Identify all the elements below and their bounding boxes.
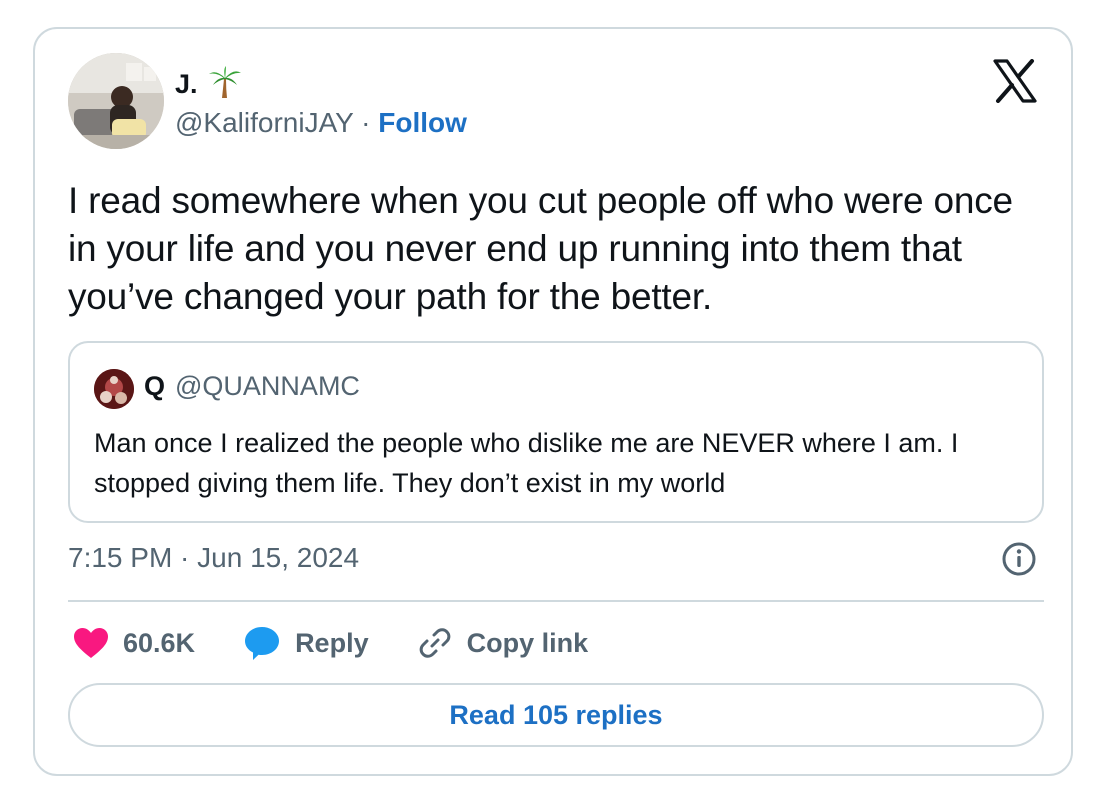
- tweet-timestamp[interactable]: 7:15 PM · Jun 15, 2024: [68, 542, 359, 574]
- read-replies-button[interactable]: Read 105 replies: [68, 683, 1044, 747]
- like-button[interactable]: 60.6K: [73, 627, 195, 659]
- x-logo-icon[interactable]: [993, 59, 1037, 103]
- author-avatar[interactable]: [68, 53, 164, 149]
- quoted-author-handle: @QUANNAMC: [175, 371, 360, 401]
- quoted-author-avatar: [94, 369, 134, 409]
- tweet-card: J. @KaliforniJAY · Follow I read somewhe…: [33, 27, 1073, 776]
- tweet-text: I read somewhere when you cut people off…: [68, 180, 1013, 317]
- quoted-tweet-text: Man once I realized the people who disli…: [94, 428, 959, 498]
- quoted-tweet[interactable]: Q @QUANNAMC Man once I realized the peop…: [68, 341, 1044, 523]
- handle-separator: ·: [361, 107, 371, 138]
- copy-link-button[interactable]: Copy link: [417, 625, 589, 661]
- quoted-author-name: Q: [144, 371, 166, 401]
- like-count: 60.6K: [123, 627, 196, 658]
- heart-icon: [73, 627, 109, 659]
- reply-button[interactable]: Reply: [243, 625, 369, 661]
- follow-button[interactable]: Follow: [378, 107, 467, 138]
- speech-bubble-icon: [243, 625, 281, 661]
- action-bar: 60.6K Reply Copy link: [73, 621, 636, 665]
- author-handle[interactable]: @KaliforniJAY: [175, 107, 353, 138]
- divider: [68, 600, 1044, 602]
- link-icon: [417, 625, 453, 661]
- reply-label: Reply: [295, 627, 369, 658]
- copy-link-label: Copy link: [466, 627, 589, 658]
- author-name[interactable]: J.: [175, 69, 198, 100]
- info-icon[interactable]: [1001, 541, 1037, 577]
- palm-tree-icon: [208, 65, 242, 104]
